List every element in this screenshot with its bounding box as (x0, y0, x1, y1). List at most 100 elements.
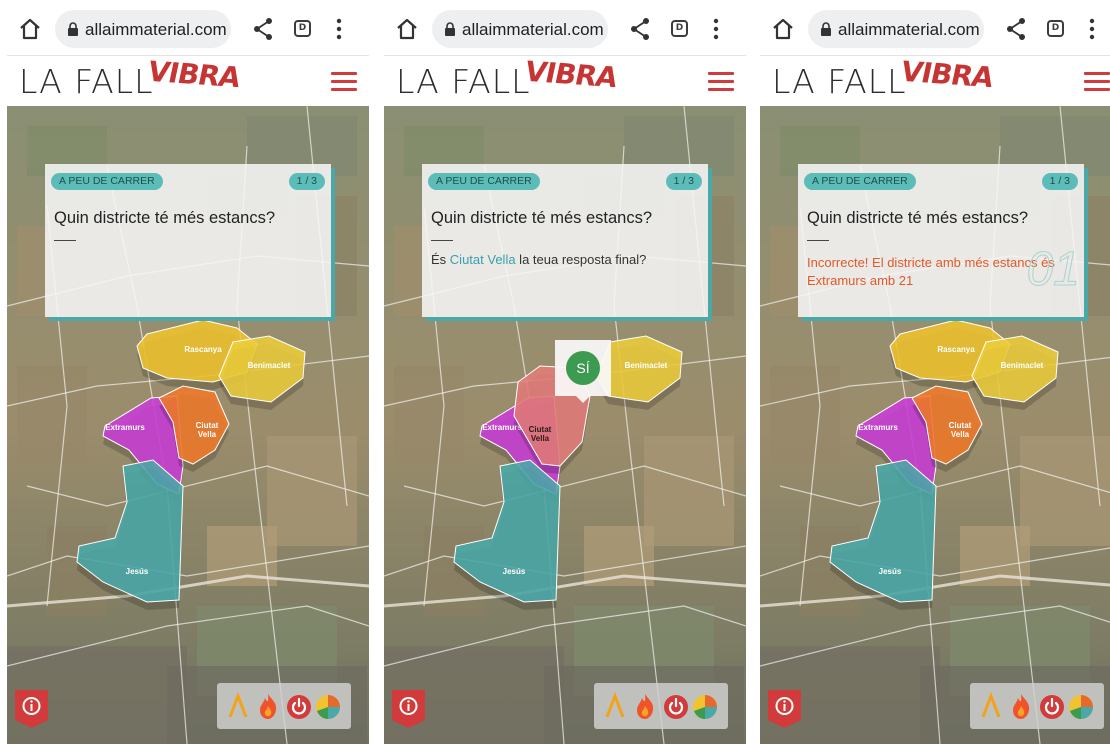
lock-icon (68, 22, 78, 36)
more-vert-icon[interactable] (1084, 16, 1100, 42)
chevron-up-icon[interactable] (602, 692, 628, 720)
map-tools-bar (217, 683, 351, 729)
question-text: Quin districte té més estancs? (807, 209, 1029, 227)
district-label: Jesús (126, 567, 149, 576)
logo-text[interactable]: LA FALL (772, 62, 907, 101)
lock-icon (821, 22, 831, 36)
map-tools-bar (970, 683, 1104, 729)
confirm-yes-button[interactable]: SÍ (566, 351, 600, 385)
question-numeral: 01 (1026, 243, 1080, 297)
terrain-patch (17, 366, 87, 466)
terrain-patch (770, 366, 840, 466)
question-counter: 1 / 3 (1041, 173, 1078, 190)
map-tools-bar (594, 683, 728, 729)
category-badge: A PEU DE CARRER (804, 173, 916, 190)
district-label: Benimaclet (1001, 361, 1044, 370)
power-icon[interactable] (663, 692, 689, 720)
hamburger-menu-icon[interactable] (1084, 72, 1110, 92)
confirm-popup: SÍ (555, 340, 611, 403)
more-vert-icon[interactable] (331, 16, 347, 42)
question-text: Quin districte té més estancs? (431, 209, 653, 227)
district-label: Rascanya (937, 345, 975, 354)
address-bar[interactable]: allaimmaterial.com (808, 10, 984, 48)
district-label: Benimaclet (625, 361, 668, 370)
tab-switcher-icon[interactable]: D (1047, 20, 1064, 37)
power-icon[interactable] (1039, 692, 1065, 720)
question-text: Quin districte té més estancs? (54, 209, 276, 227)
address-bar[interactable]: allaimmaterial.com (55, 10, 231, 48)
site-header: LA FALL VIBRA (760, 55, 1110, 106)
pie-chart-icon[interactable] (1068, 692, 1094, 720)
district-label: Rascanya (184, 345, 222, 354)
tab-count: D (1051, 23, 1060, 33)
flame-icon[interactable] (255, 692, 281, 720)
category-badge: A PEU DE CARRER (428, 173, 540, 190)
info-icon[interactable] (15, 690, 48, 728)
answer-suffix: la teua resposta final? (515, 252, 647, 267)
chevron-up-icon[interactable] (978, 692, 1004, 720)
browser-toolbar: allaimmaterial.com D (760, 0, 1110, 56)
logo-text[interactable]: LA FALL (396, 62, 531, 101)
tab-switcher-icon[interactable]: D (294, 20, 311, 37)
logo-accent: VIBRA (897, 55, 997, 94)
url-text: allaimmaterial.com (462, 20, 604, 39)
share-icon[interactable] (1004, 16, 1028, 42)
question-card: A PEU DE CARRER 1 / 3 Quin districte té … (422, 164, 708, 317)
district-label: Ciutat Vella (949, 421, 972, 439)
logo-accent: VIBRA (521, 55, 621, 94)
url-text: allaimmaterial.com (838, 20, 980, 39)
browser-toolbar: allaimmaterial.com D (7, 0, 369, 56)
info-icon[interactable] (392, 690, 425, 728)
share-icon[interactable] (251, 16, 275, 42)
pie-chart-icon[interactable] (315, 692, 341, 720)
flame-icon[interactable] (1008, 692, 1034, 720)
logo-accent: VIBRA (144, 55, 244, 94)
tab-switcher-icon[interactable]: D (671, 20, 688, 37)
logo-text[interactable]: LA FALL (19, 62, 154, 101)
district-label: Jesús (879, 567, 902, 576)
flame-icon[interactable] (632, 692, 658, 720)
divider (431, 240, 453, 241)
home-icon[interactable] (394, 16, 420, 42)
lock-icon (445, 22, 455, 36)
more-vert-icon[interactable] (708, 16, 724, 42)
terrain-patch (267, 436, 357, 546)
tab-count: D (675, 23, 684, 33)
terrain-patch (1020, 436, 1110, 546)
pie-chart-icon[interactable] (692, 692, 718, 720)
power-icon[interactable] (286, 692, 312, 720)
chevron-up-icon[interactable] (225, 692, 251, 720)
hamburger-menu-icon[interactable] (331, 72, 357, 92)
share-icon[interactable] (628, 16, 652, 42)
phone-screen: allaimmaterial.com D LA FALL VIBRA Benim… (384, 0, 746, 744)
district-label: Ciutat Vella (196, 421, 219, 439)
url-text: allaimmaterial.com (85, 20, 227, 39)
question-card: A PEU DE CARRER 1 / 3 Quin districte té … (798, 164, 1084, 317)
district-label: Extramurs (858, 423, 898, 432)
question-counter: 1 / 3 (288, 173, 325, 190)
terrain-patch (644, 436, 734, 546)
address-bar[interactable]: allaimmaterial.com (432, 10, 608, 48)
answer-district: Ciutat Vella (449, 252, 516, 267)
district-label: Jesús (503, 567, 526, 576)
divider (54, 240, 76, 241)
site-header: LA FALL VIBRA (384, 55, 746, 106)
district-label: Ciutat Vella (529, 425, 552, 443)
question-card: A PEU DE CARRER 1 / 3 Quin districte té … (45, 164, 331, 317)
terrain-patch (394, 366, 464, 466)
confirm-answer-text: És Ciutat Vella la teua resposta final? (431, 250, 695, 269)
phone-screen: allaimmaterial.com D LA FALL VIBRA Rasca… (760, 0, 1110, 744)
site-header: LA FALL VIBRA (7, 55, 369, 106)
phone-screen: allaimmaterial.com D LA FALL VIBRA Rasca… (7, 0, 369, 744)
home-icon[interactable] (17, 16, 43, 42)
question-counter: 1 / 3 (665, 173, 702, 190)
divider (807, 240, 829, 241)
info-icon[interactable] (768, 690, 801, 728)
district-label: Extramurs (105, 423, 145, 432)
tab-count: D (298, 23, 307, 33)
hamburger-menu-icon[interactable] (708, 72, 734, 92)
district-label: Benimaclet (248, 361, 291, 370)
browser-toolbar: allaimmaterial.com D (384, 0, 746, 56)
home-icon[interactable] (770, 16, 796, 42)
answer-prefix: És (431, 252, 450, 267)
